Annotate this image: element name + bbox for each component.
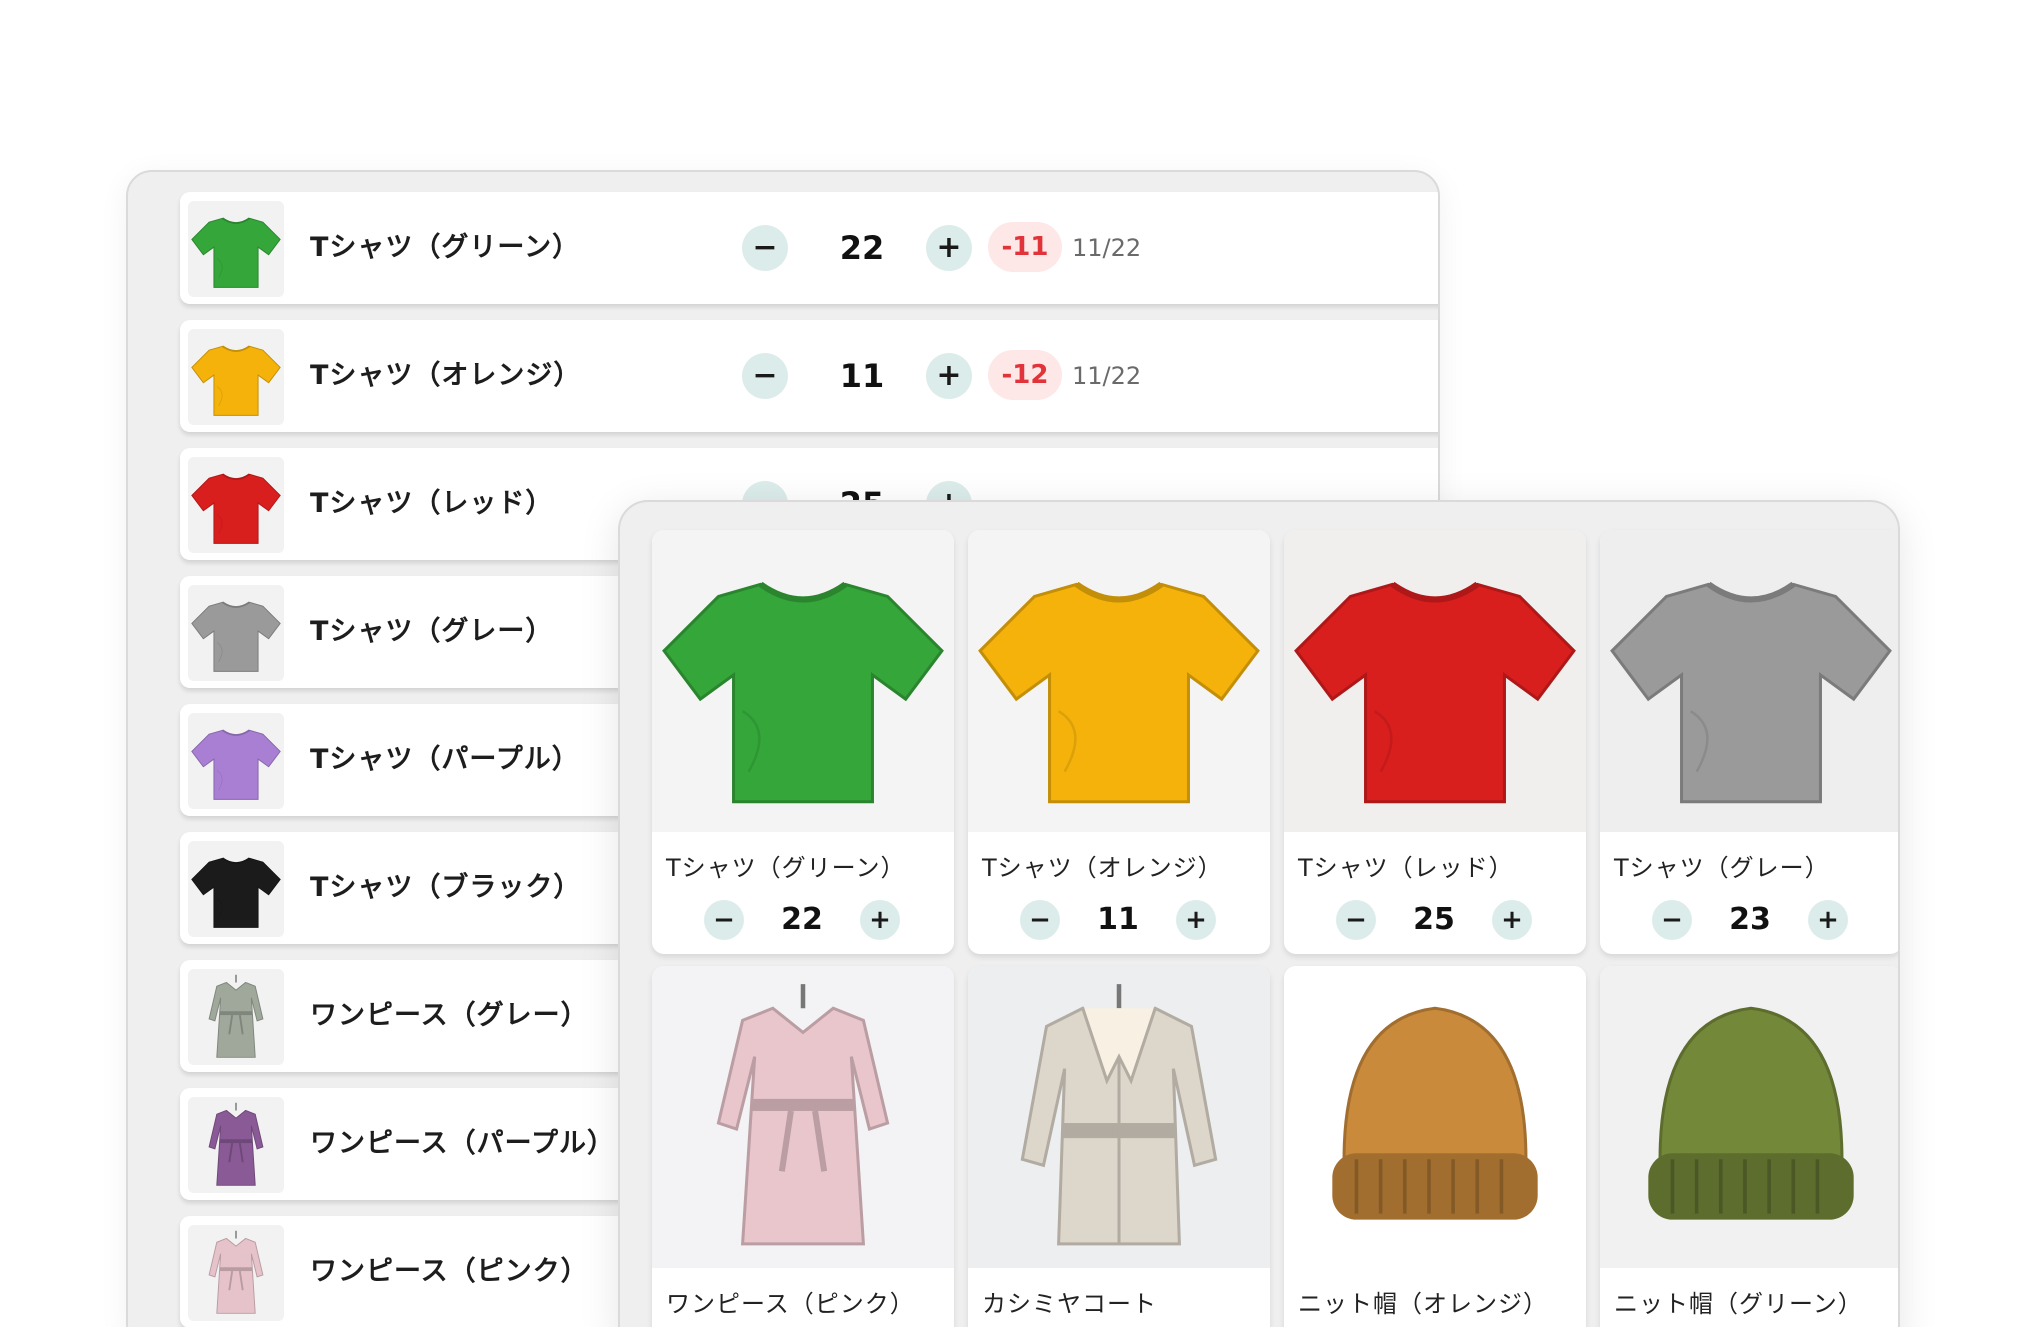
product-name: Tシャツ（グレー） bbox=[1614, 854, 1830, 882]
decrease-quantity-button[interactable]: − bbox=[742, 353, 788, 399]
product-thumbnail bbox=[188, 201, 284, 297]
product-image bbox=[1600, 966, 1898, 1268]
product-card[interactable]: ニット帽（オレンジ） − + bbox=[1284, 966, 1586, 1327]
updated-date: 11/22 bbox=[1072, 234, 1142, 262]
product-image bbox=[968, 966, 1270, 1268]
increase-quantity-button[interactable]: + bbox=[860, 900, 900, 940]
product-name: Tシャツ（ブラック） bbox=[310, 872, 582, 903]
quantity-value: 22 bbox=[781, 902, 823, 937]
product-name: カシミヤコート bbox=[982, 1290, 1157, 1318]
product-thumbnail bbox=[188, 1097, 284, 1193]
product-image bbox=[1600, 530, 1898, 832]
stock-change-badge: -11 bbox=[988, 222, 1062, 272]
quantity-value: 23 bbox=[1729, 902, 1771, 937]
product-thumbnail bbox=[188, 585, 284, 681]
quantity-value: 11 bbox=[1097, 902, 1139, 937]
product-name: Tシャツ（レッド） bbox=[1298, 854, 1514, 882]
product-thumbnail bbox=[188, 713, 284, 809]
product-image bbox=[652, 966, 954, 1268]
product-image bbox=[1284, 530, 1586, 832]
product-name: ニット帽（グリーン） bbox=[1614, 1290, 1863, 1318]
product-name: ワンピース（グレー） bbox=[310, 1000, 589, 1031]
list-item[interactable]: Tシャツ（オレンジ） − 11 + -12 11/22 bbox=[180, 320, 1438, 432]
product-thumbnail bbox=[188, 969, 284, 1065]
product-name: Tシャツ（オレンジ） bbox=[310, 360, 582, 391]
product-image bbox=[1284, 966, 1586, 1268]
product-name: ワンピース（ピンク） bbox=[666, 1290, 915, 1318]
decrease-quantity-button[interactable]: − bbox=[1336, 900, 1376, 940]
decrease-quantity-button[interactable]: − bbox=[1652, 900, 1692, 940]
product-card[interactable]: Tシャツ（オレンジ） − 11 + bbox=[968, 530, 1270, 954]
product-thumbnail bbox=[188, 329, 284, 425]
product-name: Tシャツ（グリーン） bbox=[666, 854, 906, 882]
product-card[interactable]: Tシャツ（グレー） − 23 + bbox=[1600, 530, 1898, 954]
product-name: Tシャツ（グレー） bbox=[310, 616, 554, 647]
product-card[interactable]: ニット帽（グリーン） − + bbox=[1600, 966, 1898, 1327]
product-grid-window: Tシャツ（グリーン） − 22 + Tシャツ（オレンジ） − 11 + Tシャツ… bbox=[618, 500, 1900, 1327]
product-name: Tシャツ（パープル） bbox=[310, 744, 580, 775]
quantity-value: 25 bbox=[1413, 902, 1455, 937]
stock-change-badge: -12 bbox=[988, 350, 1062, 400]
product-name: Tシャツ（オレンジ） bbox=[982, 854, 1223, 882]
product-card[interactable]: Tシャツ（グリーン） − 22 + bbox=[652, 530, 954, 954]
decrease-quantity-button[interactable]: − bbox=[742, 225, 788, 271]
product-name: ニット帽（オレンジ） bbox=[1298, 1290, 1548, 1318]
product-thumbnail bbox=[188, 841, 284, 937]
decrease-quantity-button[interactable]: − bbox=[1020, 900, 1060, 940]
updated-date: 11/22 bbox=[1072, 362, 1142, 390]
product-name: ワンピース（ピンク） bbox=[310, 1256, 589, 1287]
decrease-quantity-button[interactable]: − bbox=[704, 900, 744, 940]
product-card[interactable]: Tシャツ（レッド） − 25 + bbox=[1284, 530, 1586, 954]
product-name: Tシャツ（グリーン） bbox=[310, 232, 581, 263]
product-image bbox=[968, 530, 1270, 832]
increase-quantity-button[interactable]: + bbox=[1176, 900, 1216, 940]
product-thumbnail bbox=[188, 457, 284, 553]
quantity-value: 22 bbox=[839, 229, 885, 267]
product-name: ワンピース（パープル） bbox=[310, 1128, 616, 1159]
increase-quantity-button[interactable]: + bbox=[926, 353, 972, 399]
product-card[interactable]: ワンピース（ピンク） − + bbox=[652, 966, 954, 1327]
product-thumbnail bbox=[188, 1225, 284, 1321]
increase-quantity-button[interactable]: + bbox=[1492, 900, 1532, 940]
list-item[interactable]: Tシャツ（グリーン） − 22 + -11 11/22 bbox=[180, 192, 1438, 304]
product-card[interactable]: カシミヤコート − + bbox=[968, 966, 1270, 1327]
increase-quantity-button[interactable]: + bbox=[1808, 900, 1848, 940]
quantity-value: 11 bbox=[839, 357, 885, 395]
increase-quantity-button[interactable]: + bbox=[926, 225, 972, 271]
product-name: Tシャツ（レッド） bbox=[310, 488, 554, 519]
product-image bbox=[652, 530, 954, 832]
